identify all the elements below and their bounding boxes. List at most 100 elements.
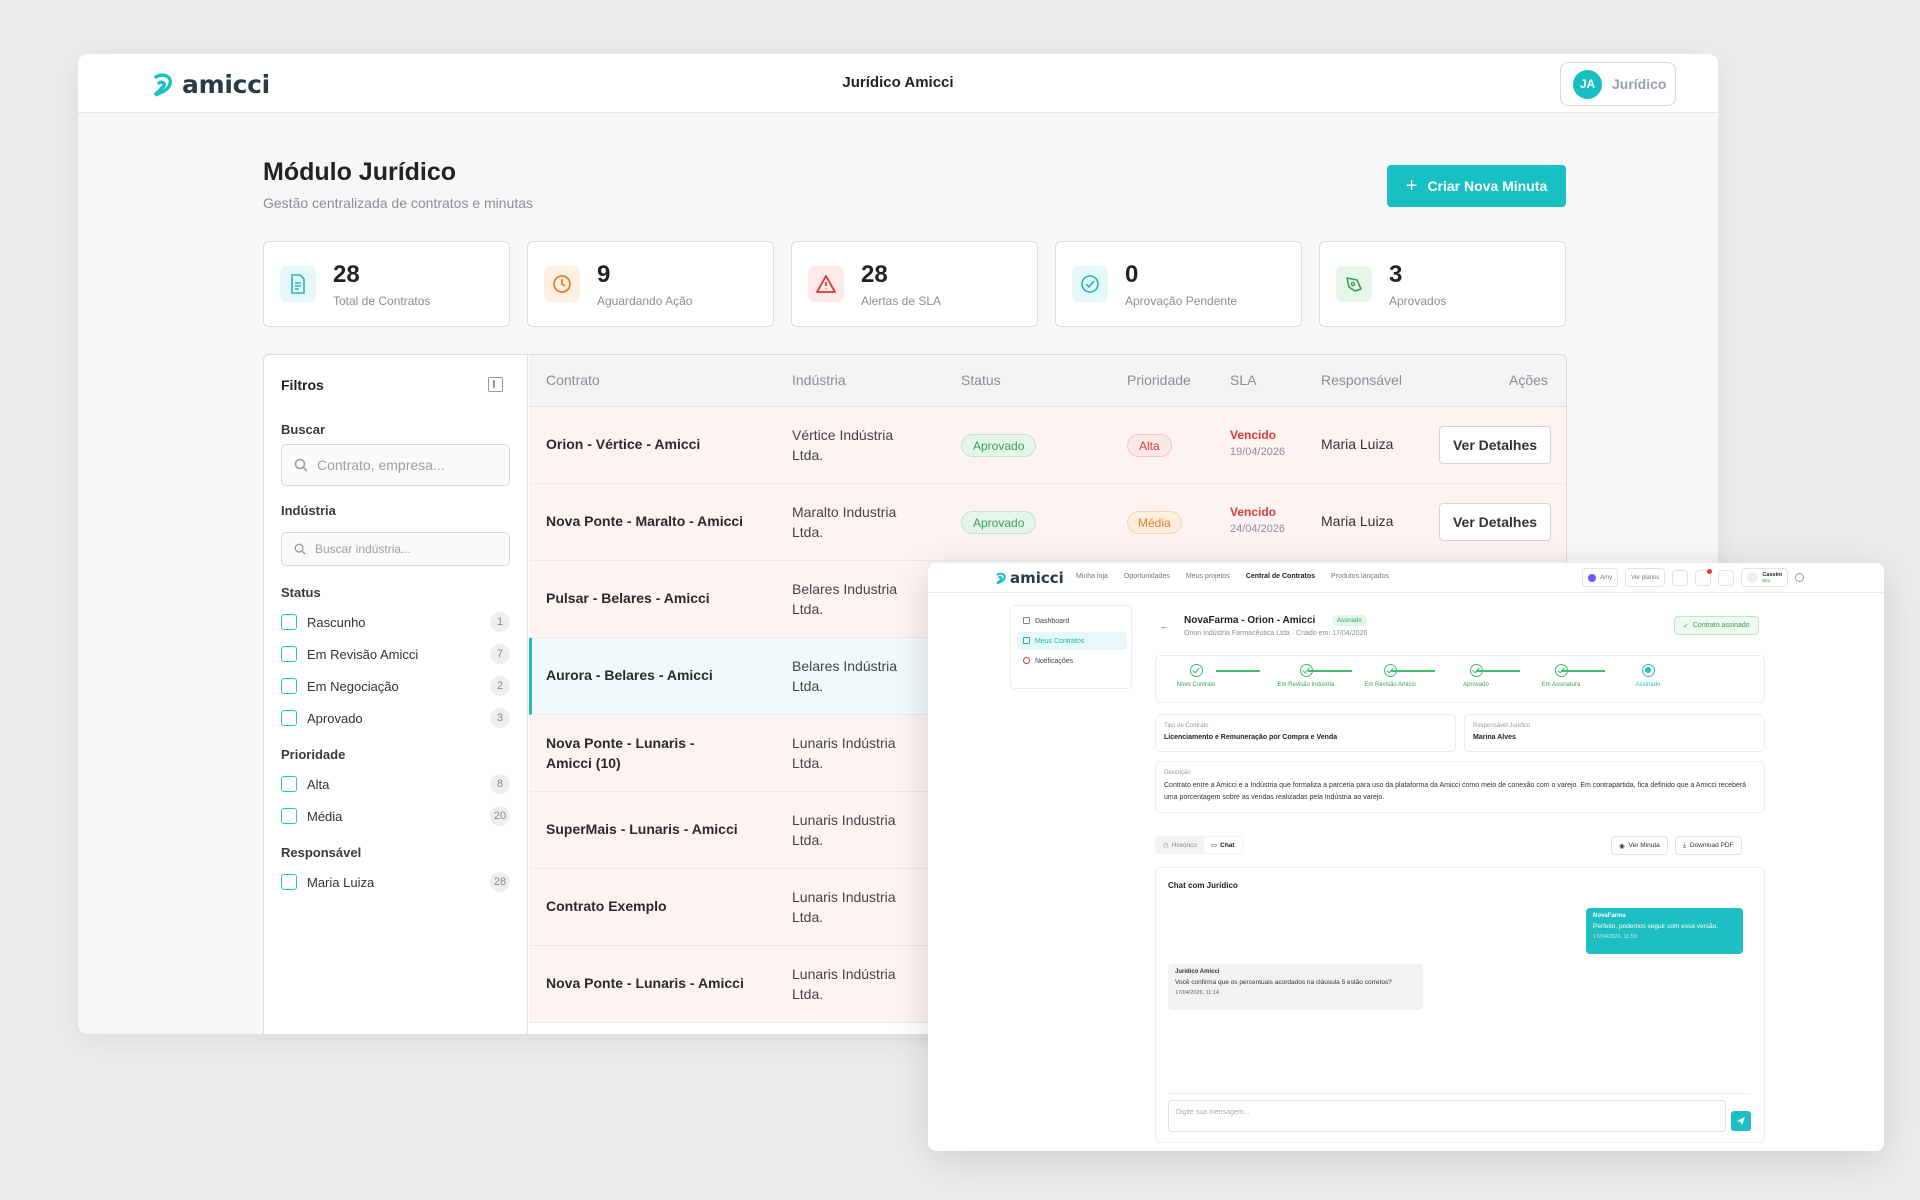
- chat-input[interactable]: Digite sua mensagem...: [1168, 1100, 1726, 1132]
- filter-priority-alta[interactable]: Alta 8: [281, 774, 510, 794]
- search-input[interactable]: Contrato, empresa...: [281, 444, 510, 486]
- filter-label: Aprovado: [307, 710, 363, 726]
- checkbox[interactable]: [281, 646, 297, 662]
- filter-responsible-maria[interactable]: Maria Luiza 28: [281, 872, 510, 892]
- stat-label: Aguardando Ação: [597, 294, 693, 308]
- chat-title: Chat com Jurídico: [1168, 881, 1238, 890]
- profile-chip[interactable]: Cassini Bitu: [1741, 568, 1788, 587]
- contract-name: Pulsar - Belares - Amicci: [546, 590, 710, 606]
- description-text: Contrato entre a Amicci e a Indústria qu…: [1164, 782, 1747, 801]
- table-row[interactable]: Orion - Vértice - Amicci Vértice Indústr…: [529, 407, 1566, 484]
- filter-status-negociacao[interactable]: Em Negociação 2: [281, 676, 510, 696]
- user-menu[interactable]: JA Jurídico: [1560, 62, 1676, 106]
- user-name: Jurídico: [1612, 76, 1667, 92]
- history-icon: ◷: [1163, 842, 1169, 849]
- page-title: Módulo Jurídico: [263, 158, 457, 186]
- col-responsavel[interactable]: Responsável: [1321, 372, 1402, 388]
- stat-value: 28: [333, 261, 360, 288]
- window-title: Jurídico Amicci: [842, 74, 954, 91]
- filter-count: 3: [490, 708, 510, 728]
- amy-icon: [1588, 573, 1597, 582]
- description-box: Descrição Contrato entre a Amicci e a In…: [1155, 761, 1765, 813]
- create-minuta-label: Criar Nova Minuta: [1427, 178, 1548, 194]
- help-icon[interactable]: [1718, 569, 1735, 586]
- top-nav: Minha loja Oportunidades Meus projetos C…: [1076, 573, 1389, 580]
- view-details-button[interactable]: Ver Detalhes: [1439, 426, 1551, 464]
- create-minuta-button[interactable]: + Criar Nova Minuta: [1387, 165, 1566, 207]
- check-circle-icon: ✓: [1683, 622, 1689, 630]
- stat-value: 3: [1389, 261, 1403, 288]
- table-header: Contrato Indústria Status Prioridade SLA…: [529, 355, 1566, 407]
- checkbox[interactable]: [281, 710, 297, 726]
- chat-panel: Chat com Jurídico NovaFarma Perfeito, po…: [1155, 867, 1765, 1143]
- col-contrato[interactable]: Contrato: [546, 372, 600, 388]
- filter-label: Rascunho: [307, 614, 366, 630]
- bell-icon[interactable]: [1695, 568, 1713, 586]
- filter-status-rascunho[interactable]: Rascunho 1: [281, 612, 510, 632]
- nav-oportunidades[interactable]: Oportunidades: [1124, 573, 1170, 580]
- amy-chip[interactable]: Amy: [1582, 568, 1619, 587]
- contract-detail-window: amicci Minha loja Oportunidades Meus pro…: [928, 563, 1884, 1151]
- check-circle-icon: [1072, 266, 1108, 302]
- filter-count: 20: [490, 806, 510, 826]
- checkbox[interactable]: [281, 614, 297, 630]
- sidebar-item-dashboard[interactable]: Dashboard: [1017, 612, 1127, 630]
- checkbox[interactable]: [281, 678, 297, 694]
- settings-icon[interactable]: [1795, 573, 1804, 582]
- step-connector: [1561, 670, 1605, 672]
- priority-badge: Média: [1127, 511, 1182, 534]
- field-label: Tipo de Contrato: [1164, 723, 1209, 729]
- col-prioridade[interactable]: Prioridade: [1127, 372, 1191, 388]
- sla-cell: Vencido 24/04/2026: [1230, 505, 1285, 535]
- checkbox[interactable]: [281, 874, 297, 890]
- nav-meus-projetos[interactable]: Meus projetos: [1186, 573, 1230, 580]
- industry-name: Lunaris Industria Ltda.: [792, 889, 896, 925]
- signed-badge: ✓ Contrato assinado: [1674, 616, 1759, 635]
- step-current-icon: [1641, 664, 1655, 677]
- amicci-logo[interactable]: amicci: [995, 569, 1064, 587]
- col-industria[interactable]: Indústria: [792, 372, 846, 388]
- tab-chat[interactable]: ▭ Chat: [1203, 837, 1242, 853]
- filter-status-revisao[interactable]: Em Revisão Amicci 7: [281, 644, 510, 664]
- collapse-icon[interactable]: [488, 377, 503, 392]
- back-arrow-icon[interactable]: ←: [1160, 621, 1169, 631]
- search-icon: [294, 458, 308, 472]
- nav-central-contratos[interactable]: Central de Contratos: [1246, 573, 1315, 580]
- step-assinado: Assinado: [1608, 664, 1688, 688]
- filter-priority-media[interactable]: Média 20: [281, 806, 510, 826]
- sidebar-item-notifications[interactable]: Notificações: [1017, 652, 1127, 670]
- field-label: Descrição: [1164, 770, 1191, 776]
- filter-status-aprovado[interactable]: Aprovado 3: [281, 708, 510, 728]
- download-pdf-button[interactable]: ⤓ Download PDF: [1675, 836, 1742, 855]
- priority-badge: Alta: [1127, 434, 1172, 457]
- nav-produtos-lancados[interactable]: Produtos lançados: [1331, 573, 1389, 580]
- view-minuta-button[interactable]: ◉ Ver Minuta: [1611, 836, 1668, 855]
- filter-label: Em Negociação: [307, 678, 399, 694]
- industry-search-input[interactable]: Buscar indústria...: [281, 532, 510, 566]
- col-sla[interactable]: SLA: [1230, 372, 1256, 388]
- sla-status: Vencido: [1230, 505, 1277, 519]
- sla-status: Vencido: [1230, 428, 1277, 442]
- checkbox[interactable]: [281, 808, 297, 824]
- step-label: Aprovado: [1463, 682, 1489, 688]
- contract-title: NovaFarma - Orion - Amicci: [1184, 615, 1316, 626]
- logo-text: amicci: [1010, 569, 1064, 587]
- filter-label: Em Revisão Amicci: [307, 646, 419, 662]
- sla-cell: Vencido 19/04/2026: [1230, 428, 1285, 458]
- view-details-button[interactable]: Ver Detalhes: [1439, 503, 1551, 541]
- message-date: 17/04/2026, 11:14: [1175, 990, 1219, 996]
- sidebar-item-contracts[interactable]: Meus Contratos: [1017, 632, 1127, 650]
- send-button[interactable]: [1731, 1111, 1751, 1131]
- search-placeholder: Contrato, empresa...: [317, 457, 445, 473]
- message-date: 17/04/2026, 11:59: [1593, 934, 1637, 940]
- tab-history[interactable]: ◷ Histórico: [1156, 837, 1204, 853]
- stat-card-sla: 28 Alertas de SLA: [791, 241, 1038, 327]
- plans-chip[interactable]: Ver planos: [1625, 568, 1666, 587]
- nav-minha-loja[interactable]: Minha loja: [1076, 573, 1108, 580]
- table-row[interactable]: Nova Ponte - Maralto - Amicci Maralto In…: [529, 484, 1566, 561]
- contract-name: Orion - Vértice - Amicci: [546, 436, 701, 452]
- filter-label: Maria Luiza: [307, 874, 375, 890]
- checkbox[interactable]: [281, 776, 297, 792]
- mail-icon[interactable]: [1672, 569, 1689, 586]
- col-status[interactable]: Status: [961, 372, 1001, 388]
